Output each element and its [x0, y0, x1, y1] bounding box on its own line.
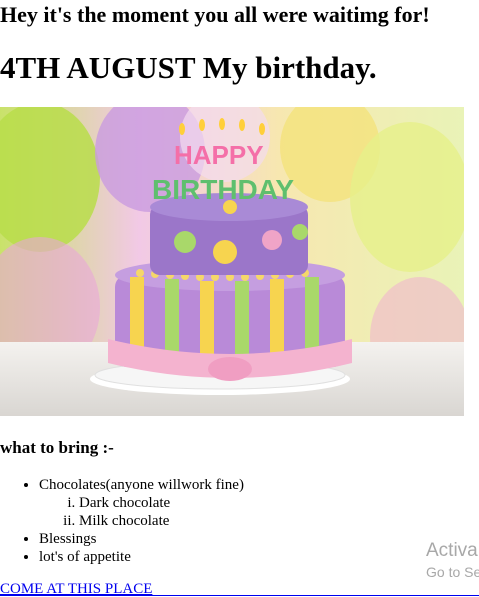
- list-item: Blessings: [39, 530, 244, 548]
- bring-list: Chocolates(anyone willwork fine) Dark ch…: [0, 476, 244, 566]
- watermark-line-2: Go to Se: [426, 564, 479, 580]
- what-to-bring-heading: what to bring :-: [0, 438, 114, 457]
- sub-list-item: Milk chocolate: [79, 512, 244, 530]
- sub-list-item: Dark chocolate: [79, 494, 244, 512]
- activation-watermark: Activa Go to Se: [426, 540, 479, 580]
- link-underline-rule: [0, 595, 479, 596]
- chocolate-sublist: Dark chocolate Milk chocolate: [39, 494, 244, 530]
- cake-lettering-birthday: BIRTHDAY: [152, 174, 294, 205]
- list-item: lot's of appetite: [39, 548, 244, 566]
- intro-heading: Hey it's the moment you all were waitimg…: [0, 2, 430, 27]
- watermark-line-1: Activa: [426, 540, 478, 561]
- birthday-cake-image: HAPPY BIRTHDAY: [0, 107, 464, 416]
- date-heading: 4TH AUGUST My birthday.: [0, 50, 377, 85]
- page: Hey it's the moment you all were waitimg…: [0, 0, 479, 597]
- cake-lettering-happy: HAPPY: [174, 140, 264, 170]
- list-item: Chocolates(anyone willwork fine) Dark ch…: [39, 476, 244, 530]
- list-item-label: Chocolates(anyone willwork fine): [39, 477, 244, 493]
